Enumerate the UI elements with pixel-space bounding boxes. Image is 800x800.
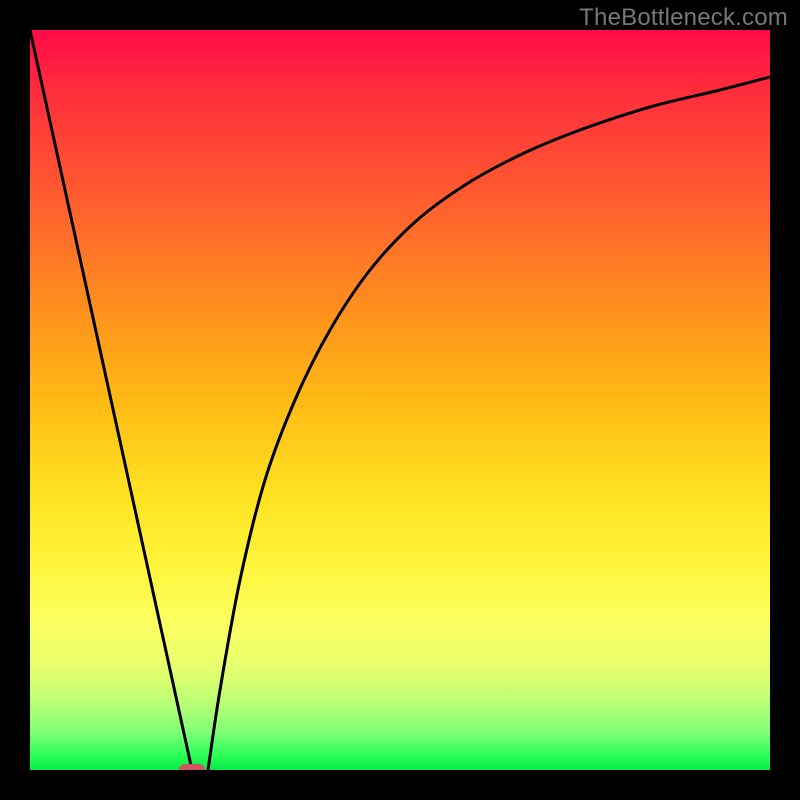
line-left-branch [30,30,192,770]
plot-area [30,30,770,770]
line-right-curve [208,77,770,770]
chart-frame: TheBottleneck.com [0,0,800,800]
watermark-text: TheBottleneck.com [579,4,788,32]
valley-marker [179,764,205,770]
curve-layer [30,30,770,770]
